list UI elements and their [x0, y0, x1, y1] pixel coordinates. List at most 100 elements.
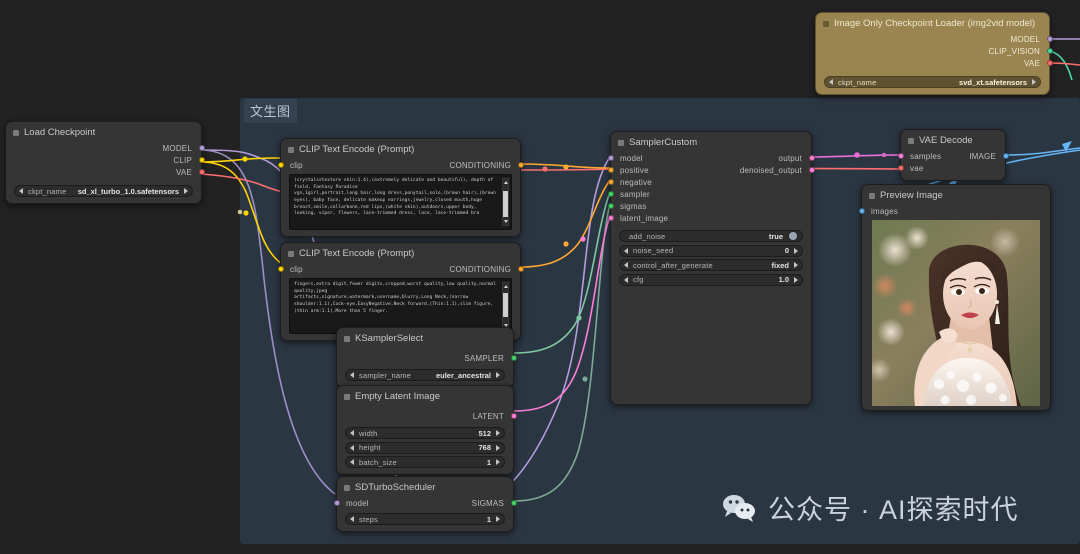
widget-ckpt-name[interactable]: ckpt_name svd_xt.safetensors: [824, 76, 1041, 88]
collapse-icon[interactable]: [618, 139, 624, 146]
node-sampler-custom[interactable]: SamplerCustom model output positive deno…: [607, 131, 815, 405]
increment-arrow-icon[interactable]: [496, 459, 500, 465]
scroll-up-icon[interactable]: [504, 181, 508, 184]
port-dot-output[interactable]: [808, 155, 815, 161]
collapse-icon[interactable]: [13, 129, 19, 136]
output-row-vae[interactable]: VAE: [6, 166, 205, 178]
node-preview-image[interactable]: Preview Image images: [858, 184, 1051, 411]
node-vae-decode[interactable]: VAE Decode samples IMAGE vae: [897, 129, 1009, 181]
node-image-only-checkpoint-loader[interactable]: Image Only Checkpoint Loader (img2vid mo…: [815, 12, 1053, 95]
node-ksampler-select[interactable]: KSamplerSelect SAMPLER sampler_name eule…: [336, 327, 517, 388]
decrement-arrow-icon[interactable]: [624, 262, 628, 268]
widget-batch-size[interactable]: batch_size 1: [345, 456, 505, 468]
increment-arrow-icon[interactable]: [496, 372, 500, 378]
port-dot-denoised-output[interactable]: [808, 167, 815, 173]
port-dot-conditioning-out[interactable]: [517, 162, 524, 168]
collapse-icon[interactable]: [908, 137, 914, 144]
port-dot-sampler-in[interactable]: [607, 191, 614, 197]
io-row-latent-image[interactable]: latent_image: [607, 212, 811, 224]
io-row-vae[interactable]: vae: [897, 162, 1005, 174]
port-dot-latent[interactable]: [510, 413, 517, 419]
output-row-clip-vision[interactable]: CLIP_VISION: [816, 45, 1053, 57]
port-dot-model[interactable]: [198, 145, 205, 151]
scroll-thumb[interactable]: [503, 293, 508, 317]
increment-arrow-icon[interactable]: [794, 262, 798, 268]
port-dot-image-out[interactable]: [1002, 153, 1009, 159]
group-title[interactable]: 文生图: [244, 99, 297, 123]
increment-arrow-icon[interactable]: [794, 247, 798, 254]
port-dot-vae[interactable]: [198, 169, 205, 175]
toggle-knob-icon[interactable]: [789, 232, 797, 240]
collapse-icon[interactable]: [344, 484, 350, 491]
port-dot-clip-in[interactable]: [277, 266, 284, 272]
io-row-sampler[interactable]: sampler: [607, 188, 811, 200]
decrement-arrow-icon[interactable]: [829, 79, 833, 85]
increment-arrow-icon[interactable]: [1032, 79, 1036, 85]
widget-width[interactable]: width 512: [345, 427, 505, 439]
widget-steps[interactable]: steps 1: [345, 513, 505, 525]
port-dot-sigmas-in[interactable]: [607, 203, 614, 209]
io-row-negative[interactable]: negative: [607, 176, 811, 188]
node-load-checkpoint[interactable]: Load Checkpoint MODEL CLIP VAE ckpt_name…: [5, 121, 205, 204]
preview-image-thumbnail[interactable]: [872, 220, 1040, 406]
widget-cfg[interactable]: cfg 1.0: [619, 273, 803, 286]
increment-arrow-icon[interactable]: [496, 516, 500, 522]
scroll-up-icon[interactable]: [504, 285, 508, 288]
port-dot-clip[interactable]: [198, 157, 205, 163]
output-row-clip[interactable]: CLIP: [6, 154, 205, 166]
io-row-model-sigmas[interactable]: model SIGMAS: [333, 497, 517, 509]
decrement-arrow-icon[interactable]: [350, 430, 354, 436]
port-dot-vae[interactable]: [1046, 60, 1053, 66]
increment-arrow-icon[interactable]: [496, 444, 500, 451]
negative-prompt-textarea[interactable]: fingers,extra digit,fewer digits,cropped…: [289, 278, 512, 334]
io-row-sigmas[interactable]: sigmas: [607, 200, 811, 212]
port-dot-model-in[interactable]: [607, 155, 614, 161]
io-row-model-output[interactable]: model output: [607, 152, 815, 164]
collapse-icon[interactable]: [288, 146, 294, 153]
widget-ckpt-name[interactable]: ckpt_name sd_xl_turbo_1.0.safetensors: [14, 185, 193, 197]
collapse-icon[interactable]: [344, 393, 350, 400]
scroll-thumb[interactable]: [503, 191, 508, 217]
port-dot-model-in[interactable]: [333, 500, 340, 506]
decrement-arrow-icon[interactable]: [350, 516, 354, 522]
prompt-scrollbar[interactable]: [502, 282, 509, 330]
output-row-model[interactable]: MODEL: [6, 142, 205, 154]
widget-sampler-name[interactable]: sampler_name euler_ancestral: [345, 369, 505, 381]
collapse-icon[interactable]: [288, 250, 294, 257]
port-dot-images-in[interactable]: [858, 208, 865, 214]
port-dot-samples-in[interactable]: [897, 153, 904, 159]
increment-arrow-icon[interactable]: [496, 430, 500, 436]
decrement-arrow-icon[interactable]: [350, 459, 354, 465]
io-row-images[interactable]: images: [858, 205, 1050, 217]
widget-control-after-generate[interactable]: control_after_generate fixed: [619, 259, 803, 271]
port-dot-sigmas[interactable]: [510, 500, 517, 506]
widget-height[interactable]: height 768: [345, 441, 505, 454]
increment-arrow-icon[interactable]: [184, 188, 188, 194]
io-row-positive-denoised[interactable]: positive denoised_output: [607, 164, 815, 176]
port-dot-vae-in[interactable]: [897, 165, 904, 171]
port-dot-negative-in[interactable]: [607, 179, 614, 185]
node-sdturbo-scheduler[interactable]: SDTurboScheduler model SIGMAS steps 1: [333, 476, 517, 532]
port-dot-model[interactable]: [1046, 36, 1053, 42]
scroll-down-icon[interactable]: [504, 220, 508, 223]
decrement-arrow-icon[interactable]: [624, 276, 628, 283]
io-row-clip-conditioning[interactable]: clip CONDITIONING: [277, 159, 524, 171]
widget-add-noise[interactable]: add_noise true: [619, 230, 803, 242]
node-empty-latent-image[interactable]: Empty Latent Image LATENT width 512 heig…: [336, 385, 517, 475]
output-row-model[interactable]: MODEL: [816, 33, 1053, 45]
io-row-samples-image[interactable]: samples IMAGE: [897, 150, 1009, 162]
port-dot-clip-vision[interactable]: [1046, 48, 1053, 54]
node-clip-text-encode-positive[interactable]: CLIP Text Encode (Prompt) clip CONDITION…: [277, 138, 524, 237]
port-dot-clip-in[interactable]: [277, 162, 284, 168]
port-dot-sampler[interactable]: [510, 355, 517, 361]
increment-arrow-icon[interactable]: [794, 276, 798, 283]
output-row-latent[interactable]: LATENT: [337, 410, 517, 422]
io-row-clip-conditioning[interactable]: clip CONDITIONING: [277, 263, 524, 275]
decrement-arrow-icon[interactable]: [350, 372, 354, 378]
port-dot-positive-in[interactable]: [607, 167, 614, 173]
port-dot-latent-image-in[interactable]: [607, 215, 614, 221]
collapse-icon[interactable]: [823, 20, 829, 27]
output-row-sampler[interactable]: SAMPLER: [337, 352, 517, 364]
port-dot-conditioning-out[interactable]: [517, 266, 524, 272]
comfyui-canvas[interactable]: 文生图 Load Checkpoint MODEL CLIP VAE ckpt_…: [0, 0, 1080, 554]
